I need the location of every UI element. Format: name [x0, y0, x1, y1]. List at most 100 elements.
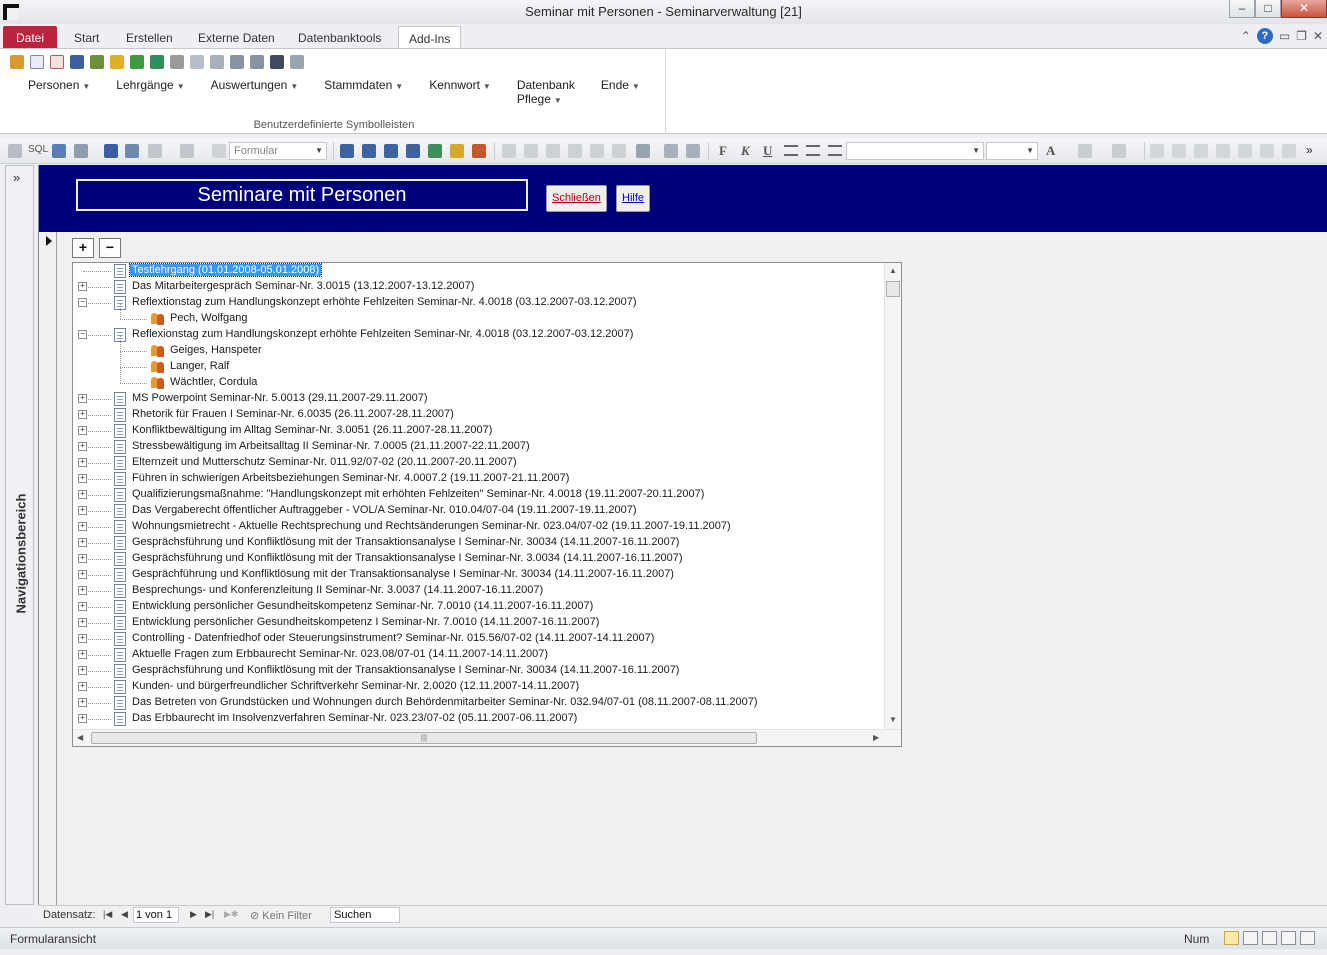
redo-icon[interactable] — [180, 144, 194, 158]
key-icon[interactable] — [110, 55, 124, 69]
collapse-node-icon[interactable]: − — [78, 298, 87, 307]
tree-node-seminar[interactable]: + Controlling - Datenfriedhof oder Steuer… — [73, 631, 885, 647]
chart-icon[interactable] — [664, 144, 678, 158]
macro-icon[interactable] — [428, 144, 442, 158]
tab-erstellen[interactable]: Erstellen — [116, 26, 183, 49]
border-icon[interactable] — [1172, 144, 1186, 158]
font-color-button[interactable]: A — [1046, 143, 1055, 159]
maximize-button[interactable]: □ — [1255, 0, 1281, 18]
copy-icon[interactable] — [190, 55, 204, 69]
seminar-label[interactable]: Wohnungsmietrecht - Aktuelle Rechtsprech… — [132, 520, 731, 532]
menu-ende[interactable]: Ende ▼ — [601, 78, 640, 106]
options-icon[interactable] — [472, 144, 486, 158]
doc-minimize-icon[interactable]: ▭ — [1279, 29, 1290, 43]
seminar-label[interactable]: Reflexionstag zum Handlungskonzept erhöh… — [132, 328, 633, 340]
person-name[interactable]: Wächtler, Cordula — [170, 376, 257, 388]
tree-node-seminar[interactable]: + Das Betreten von Grundstücken und Wohnu… — [73, 695, 885, 711]
tab-datei[interactable]: Datei — [3, 26, 57, 49]
expand-node-icon[interactable]: + — [78, 458, 87, 467]
vertical-scroll-thumb[interactable] — [886, 281, 900, 297]
tree-node-seminar[interactable]: + Wohnungsmietrecht - Aktuelle Rechtsprec… — [73, 519, 885, 535]
tree-node-seminar[interactable]: + Konfliktbewältigung im Alltag Seminar-N… — [73, 423, 885, 439]
menu-kennwort[interactable]: Kennwort ▼ — [429, 78, 491, 106]
control-icon[interactable] — [636, 144, 650, 158]
scroll-up-icon[interactable]: ▲ — [889, 266, 897, 275]
expand-node-icon[interactable]: + — [78, 634, 87, 643]
tree-node-seminar[interactable]: + Gesprächsführung und Konfliktlösung mit… — [73, 535, 885, 551]
align-icon[interactable] — [502, 144, 516, 158]
next-record-icon[interactable]: ▶ — [190, 909, 197, 920]
menu-personen[interactable]: Personen ▼ — [28, 78, 90, 106]
expand-node-icon[interactable]: + — [78, 666, 87, 675]
scroll-down-icon[interactable]: ▼ — [889, 715, 897, 724]
tab-datenbanktools[interactable]: Datenbanktools — [288, 26, 391, 49]
tree-node-person[interactable]: Langer, Ralf — [73, 351, 885, 375]
wizard-icon[interactable] — [612, 144, 626, 158]
scroll-right-icon[interactable]: ▶ — [873, 733, 879, 742]
collapse-node-icon[interactable]: − — [78, 330, 87, 339]
tree-node-seminar[interactable]: + Gesprächsführung und Konfliktlösung mit… — [73, 663, 885, 679]
form-icon[interactable] — [340, 144, 354, 158]
record-selector[interactable] — [39, 232, 57, 905]
expand-node-icon[interactable]: + — [78, 554, 87, 563]
horizontal-scroll-thumb[interactable]: ||| — [91, 732, 757, 744]
align-left-objects-icon[interactable] — [1216, 144, 1230, 158]
vertical-scrollbar[interactable]: ▲ ▼ — [884, 263, 901, 729]
report-view-icon[interactable] — [406, 144, 420, 158]
expand-node-icon[interactable]: + — [78, 474, 87, 483]
tree-node-person[interactable]: Pech, Wolfgang — [73, 303, 885, 327]
tree-node-seminar[interactable]: + Das Mitarbeitergespräch Seminar-Nr. 3.0… — [73, 279, 885, 295]
tree-node-seminar[interactable]: + Kunden- und bürgerfreundlicher Schriftv… — [73, 679, 885, 695]
list-icon[interactable] — [30, 55, 44, 69]
tree-node-seminar[interactable]: + Qualifizierungsmaßnahme: "Handlungskonz… — [73, 487, 885, 503]
help-icon[interactable]: ? — [1256, 28, 1273, 44]
seminar-label[interactable]: Gesprächsführung und Konfliktlösung mit … — [132, 552, 683, 564]
overflow-chevron-icon[interactable]: » — [1306, 143, 1320, 157]
expand-node-icon[interactable]: + — [78, 682, 87, 691]
sort-ascending-icon[interactable] — [230, 55, 244, 69]
seminar-label[interactable]: Konfliktbewältigung im Alltag Seminar-Nr… — [132, 424, 492, 436]
seminar-label[interactable]: Führen in schwierigen Arbeitsbeziehungen… — [132, 472, 569, 484]
tree-node-seminar[interactable]: + MS Powerpoint Seminar-Nr. 5.0013 (29.11… — [73, 391, 885, 407]
horizontal-scrollbar[interactable]: ◀ ||| ▶ — [73, 729, 901, 746]
align-center-icon[interactable] — [806, 145, 820, 156]
help-button[interactable]: Hilfe — [616, 185, 651, 212]
expand-node-icon[interactable]: + — [78, 538, 87, 547]
minimize-button[interactable]: – — [1229, 0, 1255, 18]
line-color-icon[interactable] — [1112, 144, 1126, 158]
align-right-icon[interactable] — [828, 145, 842, 156]
exit-icon[interactable] — [150, 55, 164, 69]
tree-node-seminar[interactable]: + Aktuelle Fragen zum Erbbaurecht Seminar… — [73, 647, 885, 663]
spacing-icon[interactable] — [1282, 144, 1296, 158]
menu-datenbank-pflege[interactable]: Datenbank Pflege ▼ — [517, 78, 575, 106]
expand-node-icon[interactable]: + — [78, 490, 87, 499]
design-view-icon[interactable] — [1300, 931, 1315, 945]
previous-record-icon[interactable]: ◀ — [121, 909, 128, 920]
view-icon[interactable] — [74, 144, 88, 158]
menu-auswertungen[interactable]: Auswertungen ▼ — [211, 78, 299, 106]
person-name[interactable]: Geiges, Hanspeter — [170, 344, 262, 356]
seminar-label[interactable]: Kunden- und bürgerfreundlicher Schriftve… — [132, 680, 579, 692]
collapse-all-button[interactable]: − — [99, 238, 121, 258]
tab-start[interactable]: Start — [64, 26, 109, 49]
expand-node-icon[interactable]: + — [78, 442, 87, 451]
seminar-label[interactable]: Controlling - Datenfriedhof oder Steueru… — [132, 632, 654, 644]
align-top-icon[interactable] — [1238, 144, 1252, 158]
sort-descending-icon[interactable] — [250, 55, 264, 69]
expand-node-icon[interactable]: + — [78, 410, 87, 419]
fill-color-icon[interactable] — [1078, 144, 1092, 158]
first-record-icon[interactable]: |◀ — [103, 909, 112, 920]
record-position-input[interactable]: 1 von 1 — [133, 907, 179, 923]
ribbon-minimize-icon[interactable]: ⌃ — [1241, 29, 1251, 43]
tree-node-seminar[interactable]: + Besprechungs- und Konferenzleitung II S… — [73, 583, 885, 599]
seminar-label[interactable]: Das Mitarbeitergespräch Seminar-Nr. 3.00… — [132, 280, 474, 292]
expand-node-icon[interactable]: + — [78, 618, 87, 627]
tree-node-seminar[interactable]: + Gesprächsführung und Konfliktlösung mit… — [73, 551, 885, 567]
seminar-label[interactable]: Elternzeit und Mutterschutz Seminar-Nr. … — [132, 456, 517, 468]
font-size-combo[interactable]: ▼ — [986, 142, 1038, 160]
new-record-icon[interactable]: ▶✱ — [224, 909, 238, 920]
tree-node-seminar[interactable]: + Entwicklung persönlicher Gesundheitskom… — [73, 615, 885, 631]
special-effect-icon[interactable] — [1194, 144, 1208, 158]
refresh-icon[interactable] — [130, 55, 144, 69]
search-input[interactable]: Suchen — [330, 907, 400, 923]
